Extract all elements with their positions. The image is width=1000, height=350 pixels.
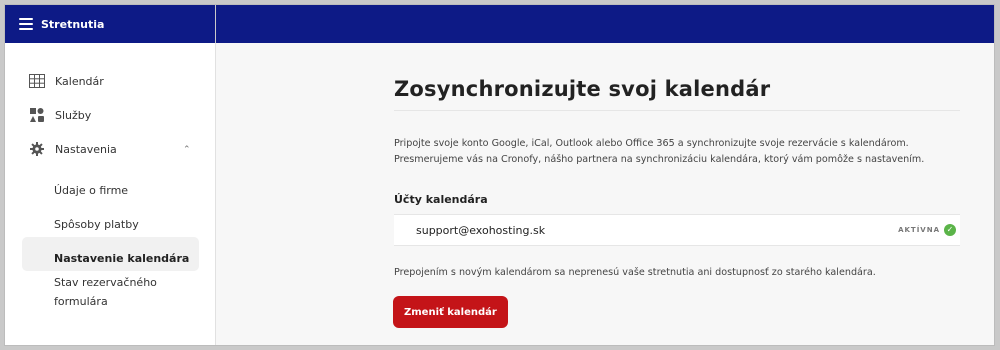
calendar-account-row[interactable]: support@exohosting.sk AKTÍVNA ✓ bbox=[394, 214, 960, 246]
subitem-label-line1: Stav rezervačného bbox=[54, 276, 157, 289]
sidebar-item-settings[interactable]: Nastavenia bbox=[29, 141, 117, 157]
description-line-2: Presmerujeme vás na Cronofy, nášho partn… bbox=[394, 154, 925, 165]
check-icon: ✓ bbox=[944, 224, 956, 236]
hamburger-icon[interactable] bbox=[19, 18, 33, 30]
change-calendar-button[interactable]: Zmeniť kalendár bbox=[393, 296, 508, 328]
sidebar-item-calendar[interactable]: Kalendár bbox=[29, 73, 104, 89]
accounts-heading: Účty kalendára bbox=[394, 193, 488, 206]
top-bar: Stretnutia bbox=[5, 5, 994, 43]
sidebar-item-label: Kalendár bbox=[55, 74, 104, 88]
calendar-grid-icon bbox=[29, 73, 45, 89]
page-title: Zosynchronizujte svoj kalendár bbox=[394, 77, 771, 101]
sidebar-item-label: Služby bbox=[55, 108, 92, 122]
app-title: Stretnutia bbox=[41, 17, 105, 31]
sidebar-item-label: Nastavenia bbox=[55, 142, 117, 156]
sidebar-subitem-payment[interactable]: Spôsoby platby bbox=[54, 215, 139, 234]
title-divider bbox=[394, 110, 960, 111]
main-content: Zosynchronizujte svoj kalendár Pripojte … bbox=[216, 43, 994, 345]
status-badge: AKTÍVNA ✓ bbox=[898, 224, 956, 236]
migration-note: Prepojením s novým kalendárom sa neprene… bbox=[394, 267, 876, 278]
brand-area: Stretnutia bbox=[5, 5, 216, 43]
description-line-1: Pripojte svoje konto Google, iCal, Outlo… bbox=[394, 138, 909, 149]
sidebar: Kalendár Služby Nastavenia ⌃ Údaje o fir… bbox=[5, 43, 216, 345]
sidebar-item-services[interactable]: Služby bbox=[29, 107, 91, 123]
sidebar-subitem-calendar-settings[interactable]: Nastavenie kalendára bbox=[54, 249, 189, 268]
services-icon bbox=[29, 107, 45, 123]
sidebar-subitem-company[interactable]: Údaje o firme bbox=[54, 181, 128, 200]
page-description: Pripojte svoje konto Google, iCal, Outlo… bbox=[394, 136, 964, 168]
subitem-label: Spôsoby platby bbox=[54, 218, 139, 231]
subitem-label: Nastavenie kalendára bbox=[54, 252, 190, 265]
chevron-up-icon[interactable]: ⌃ bbox=[183, 145, 191, 155]
sidebar-subitem-booking-form[interactable]: Stav rezervačného formulára bbox=[54, 273, 157, 311]
status-text: AKTÍVNA bbox=[898, 226, 940, 234]
subitem-label-line2: formulára bbox=[54, 295, 108, 308]
subitem-label: Údaje o firme bbox=[54, 184, 129, 197]
gear-icon bbox=[29, 141, 45, 157]
account-email: support@exohosting.sk bbox=[416, 223, 546, 237]
app-window: Stretnutia Kalendár Služby Nastavenia ⌃ … bbox=[5, 5, 994, 345]
